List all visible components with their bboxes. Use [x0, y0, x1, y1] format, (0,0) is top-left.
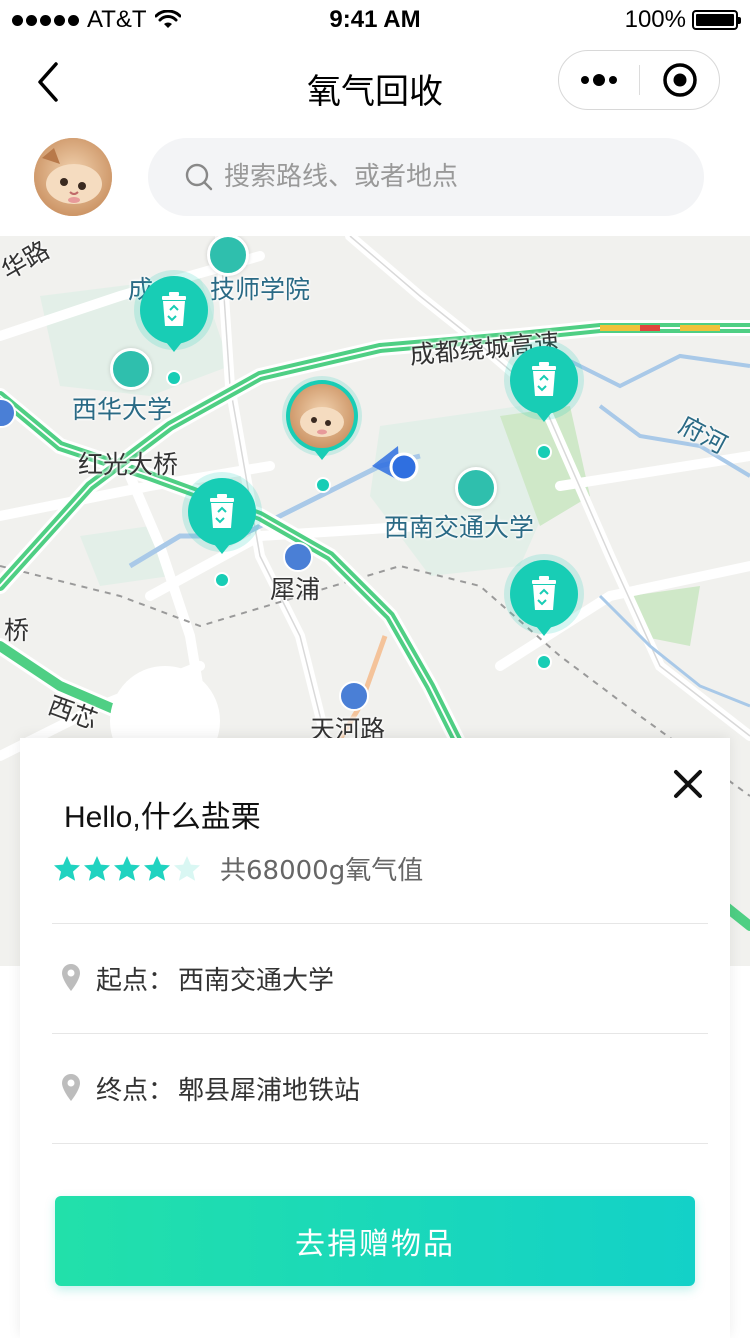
- pin-anchor-4: [536, 654, 552, 670]
- search-row: [0, 128, 750, 236]
- recycle-bin-icon: [504, 340, 584, 422]
- end-point-row: 终点： 郫县犀浦地铁站: [60, 1058, 700, 1118]
- route-info-card: Hello,什么盐栗 共68000g氧气值 起点： 西南交通大学 终点： 郫县犀…: [20, 738, 730, 1338]
- rating-row: 共68000g氧气值: [52, 850, 423, 887]
- user-pin-anchor: [315, 477, 331, 493]
- close-icon: [674, 770, 702, 798]
- star-empty-icon: [174, 855, 200, 881]
- user-location-pin[interactable]: [280, 376, 364, 472]
- search-input[interactable]: [224, 138, 664, 216]
- end-label: 终点：: [96, 1075, 175, 1106]
- start-point-row: 起点： 西南交通大学: [60, 948, 700, 1008]
- star-filled-icon: [144, 855, 170, 881]
- divider: [52, 1143, 708, 1144]
- user-name: Hello,什么盐栗: [64, 801, 261, 834]
- end-value: 郫县犀浦地铁站: [178, 1075, 361, 1106]
- oxygen-value: 共68000g氧气值: [220, 856, 424, 886]
- recycle-pin-4[interactable]: [502, 554, 586, 650]
- star-rating: [52, 854, 202, 884]
- map-label-hongguang: 红光大桥: [78, 450, 179, 479]
- star-filled-icon: [114, 855, 140, 881]
- pin-anchor-3: [214, 572, 230, 588]
- miniprogram-capsule: [558, 50, 720, 110]
- map-label-swjtu: 西南交通大学: [384, 513, 535, 542]
- start-value: 西南交通大学: [178, 965, 335, 996]
- nav-bar: 氧气回收: [0, 40, 750, 128]
- status-bar: AT&T 9:41 AM 100%: [0, 0, 750, 40]
- recycle-bin-icon: [182, 472, 262, 554]
- star-filled-icon: [54, 855, 80, 881]
- more-button[interactable]: [559, 51, 639, 109]
- location-pin-icon: [62, 1074, 80, 1101]
- donate-button[interactable]: 去捐赠物品: [55, 1196, 695, 1286]
- close-button[interactable]: [668, 764, 708, 804]
- avatar-image: [34, 138, 112, 216]
- user-avatar-marker: [282, 376, 362, 460]
- divider: [52, 1033, 708, 1034]
- more-dots-icon: [581, 74, 617, 86]
- recycle-bin-icon: [504, 554, 584, 636]
- map-label-xipu: 犀浦: [270, 575, 321, 604]
- recycle-pin-2[interactable]: [502, 340, 586, 436]
- school-icon-swjtu[interactable]: [455, 467, 497, 509]
- exit-button[interactable]: [640, 51, 720, 109]
- start-label: 起点：: [96, 965, 175, 996]
- pin-anchor-1: [166, 370, 182, 386]
- map-label-bridge-left: 桥: [4, 616, 30, 645]
- search-bar[interactable]: [148, 138, 704, 216]
- recycle-bin-icon: [134, 270, 214, 352]
- metro-icon-xipu[interactable]: [283, 542, 313, 572]
- location-pin-icon: [62, 964, 80, 991]
- search-icon: [185, 163, 213, 191]
- recycle-pin-1[interactable]: [132, 270, 216, 366]
- metro-icon-tianhe[interactable]: [339, 681, 369, 711]
- target-close-icon: [663, 63, 697, 97]
- battery-icon: [692, 10, 741, 30]
- star-filled-icon: [84, 855, 110, 881]
- recycle-pin-3[interactable]: [180, 472, 264, 568]
- map-label-tech-college-b: 技师学院: [210, 275, 311, 304]
- divider: [52, 923, 708, 924]
- user-avatar[interactable]: [34, 138, 112, 216]
- pin-anchor-2: [536, 444, 552, 460]
- battery-percent: 100%: [624, 6, 686, 33]
- status-right: 100%: [624, 6, 741, 34]
- map-label-xihua: 西华大学: [72, 395, 173, 424]
